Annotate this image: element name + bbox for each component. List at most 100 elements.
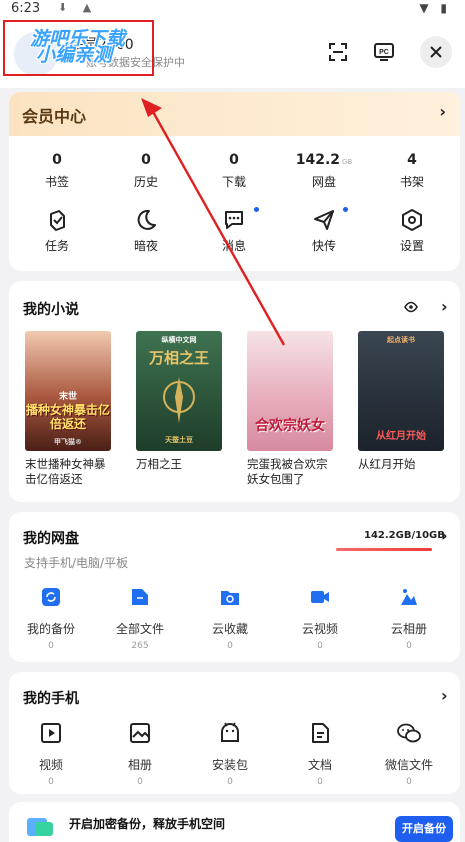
cloud-item-album[interactable]: 云相册 0 [369, 586, 449, 651]
tool-label: 设置 [399, 239, 424, 253]
transfer-unread-dot [343, 207, 348, 212]
video-icon [41, 723, 61, 743]
stat-unit: GB [342, 158, 353, 166]
disk-usage-text: 142.2GB/10GB [364, 530, 445, 541]
pc-button[interactable]: PC [370, 38, 398, 66]
book-item[interactable]: 纵横中文网 万相之王 天蚕土豆 万相之王 [136, 331, 222, 472]
album-icon [130, 723, 150, 743]
chevron-right-icon[interactable]: › [441, 686, 448, 705]
item-count: 0 [406, 641, 412, 651]
item-label: 我的备份 [26, 622, 75, 636]
tool-task[interactable]: 任务 [17, 209, 97, 254]
item-count: 0 [48, 641, 54, 651]
status-bar: 6:23 ⬇ ▲ ▼ ▮ [0, 0, 465, 18]
book-cover: 合欢宗妖女 [247, 331, 333, 451]
vip-center-bar[interactable]: 会员中心 › [9, 92, 460, 136]
download-status-icon: ⬇ ▲ [58, 1, 98, 14]
book-title: 完蛋我被合欢宗妖女包围了 [247, 457, 328, 486]
cover-title-text: 从红月开始 [376, 431, 426, 442]
cloud-disk-title: 我的网盘 [23, 531, 79, 547]
chevron-right-icon[interactable]: › [441, 297, 448, 316]
message-unread-dot [254, 207, 259, 212]
close-icon [430, 46, 442, 58]
cloud-item-favorites[interactable]: 云收藏 0 [190, 586, 270, 651]
item-count: 0 [317, 777, 323, 787]
encrypted-backup-icon [27, 818, 53, 836]
tool-quick-transfer[interactable]: 快传 [284, 209, 364, 254]
tool-label: 消息 [221, 239, 246, 253]
scan-button[interactable] [324, 38, 352, 66]
book-item[interactable]: 起点读书 从红月开始 从红月开始 [358, 331, 444, 472]
eye-icon[interactable] [404, 301, 418, 313]
item-label: 安装包 [211, 758, 248, 772]
cover-title-text: 合欢宗妖女 [255, 418, 325, 434]
item-label: 文档 [307, 758, 332, 772]
stat-label: 下载 [221, 175, 246, 189]
pc-icon: PC [374, 43, 394, 61]
cover-author-text: 甲飞猫® [54, 438, 82, 446]
cloud-item-videos[interactable]: 云视频 0 [280, 586, 360, 651]
stat-value: 0 [52, 152, 62, 168]
cloud-album-icon [401, 589, 417, 605]
stat-downloads[interactable]: 0 下载 [194, 152, 274, 190]
cover-emblem [163, 377, 195, 423]
wechat-icon [397, 723, 421, 743]
item-count: 0 [227, 777, 233, 787]
stat-bookshelf[interactable]: 4 书架 [372, 152, 452, 190]
stat-cloud-disk[interactable]: 142.2 GB 网盘 [284, 152, 364, 190]
stat-label: 网盘 [311, 175, 336, 189]
cover-title-text: 万相之王 [148, 349, 209, 367]
chevron-right-icon[interactable]: › [441, 526, 448, 545]
item-count: 0 [137, 777, 143, 787]
stat-value: 4 [407, 152, 417, 168]
item-count: 0 [317, 641, 323, 651]
book-item[interactable]: 合欢宗妖女 完蛋我被合欢宗妖女包围了 [247, 331, 333, 487]
tool-messages[interactable]: 消息 [194, 209, 274, 254]
phone-item-apk[interactable]: 安装包 0 [190, 722, 270, 787]
cover-title-text: 播种女神暴击亿倍返还 [25, 403, 110, 431]
item-label: 云收藏 [211, 622, 248, 636]
document-icon [312, 723, 329, 743]
files-icon [132, 589, 148, 605]
phone-item-video[interactable]: 视频 0 [11, 722, 91, 787]
item-label: 云相册 [390, 622, 427, 636]
phone-item-album[interactable]: 相册 0 [100, 722, 180, 787]
tool-settings[interactable]: 设置 [372, 209, 452, 254]
item-label: 微信文件 [384, 758, 433, 772]
cloud-video-icon [311, 591, 329, 603]
tool-label: 暗夜 [133, 239, 158, 253]
tool-label: 快传 [311, 239, 336, 253]
enable-backup-button[interactable]: 开启备份 [395, 816, 453, 842]
item-count: 0 [48, 777, 54, 787]
book-title: 万相之王 [136, 457, 182, 471]
item-count: 265 [131, 641, 149, 651]
book-item[interactable]: 末世 播种女神暴击亿倍返还 甲飞猫® 末世播种女神暴击亿倍返还 [25, 331, 111, 487]
send-icon [314, 210, 334, 230]
book-cover: 末世 播种女神暴击亿倍返还 甲飞猫® [25, 331, 111, 451]
stat-bookmarks[interactable]: 0 书签 [17, 152, 97, 190]
item-label: 全部文件 [115, 622, 164, 636]
cloud-item-backup[interactable]: 我的备份 0 [11, 586, 91, 651]
banner-text: 开启加密备份，释放手机空间 [69, 817, 226, 831]
cloud-item-all-files[interactable]: 全部文件 265 [100, 586, 180, 651]
message-icon [225, 211, 243, 229]
stat-history[interactable]: 0 历史 [106, 152, 186, 190]
book-cover: 起点读书 从红月开始 [358, 331, 444, 451]
stat-label: 历史 [133, 175, 158, 189]
tool-night-mode[interactable]: 暗夜 [106, 209, 186, 254]
novels-title: 我的小说 [23, 302, 79, 318]
phone-item-document[interactable]: 文档 0 [280, 722, 360, 787]
cloud-disk-subtitle: 支持手机/电脑/平板 [24, 556, 129, 570]
close-button[interactable] [420, 36, 452, 68]
user-header: 会员2360 账号数据安全保护中 游吧乐下载 小编亲测 PC [0, 18, 465, 88]
cloud-favorite-icon [221, 591, 239, 605]
cover-top-text: 末世 [58, 392, 77, 402]
stat-label: 书签 [44, 175, 69, 189]
item-label: 云视频 [301, 622, 338, 636]
phone-item-wechat[interactable]: 微信文件 0 [369, 722, 449, 787]
annotation-highlight-box [3, 20, 154, 76]
task-icon [50, 210, 65, 231]
tool-label: 任务 [44, 239, 69, 253]
item-count: 0 [227, 641, 233, 651]
book-title: 末世播种女神暴击亿倍返还 [25, 457, 106, 486]
